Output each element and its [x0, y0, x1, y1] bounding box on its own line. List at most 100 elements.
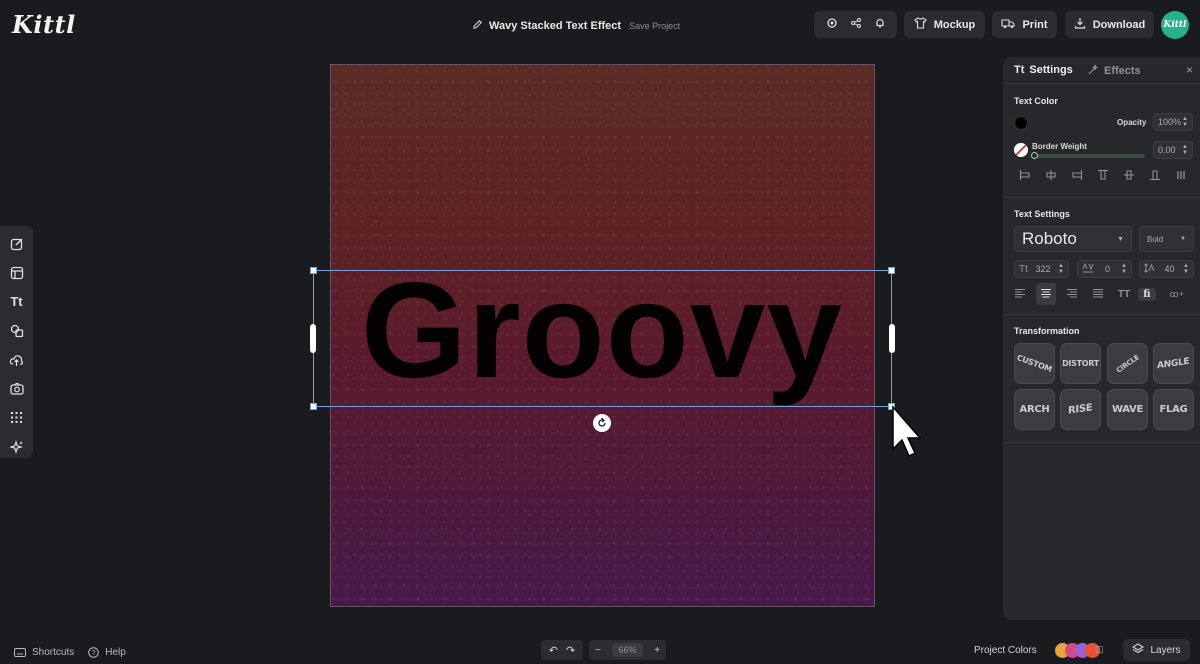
templates-icon[interactable]	[5, 261, 29, 284]
kittl-logo[interactable]: Kittl	[12, 10, 76, 39]
text-align-center-icon[interactable]	[1036, 283, 1056, 305]
mockup-label: Mockup	[933, 18, 976, 31]
transform-rise-button[interactable]: RISE	[1060, 389, 1101, 430]
project-color-swatches[interactable]: ◫	[1055, 641, 1105, 659]
pattern-icon[interactable]	[5, 406, 29, 429]
object-align-row	[1019, 169, 1187, 184]
photos-icon[interactable]	[5, 377, 29, 400]
layers-button[interactable]: Layers	[1123, 639, 1190, 661]
selection-box[interactable]	[313, 270, 892, 407]
transform-arch-label: ARCH	[1019, 404, 1050, 415]
distribute-icon[interactable]	[1175, 169, 1187, 184]
font-size-input[interactable]: Tt 322 ▲ ▼	[1014, 260, 1069, 278]
project-title[interactable]: Wavy Stacked Text Effect	[489, 20, 621, 32]
text-align-left-icon[interactable]	[1014, 285, 1026, 303]
shortcuts-link[interactable]: Shortcuts	[14, 647, 74, 658]
border-weight-input[interactable]: 0.00 ▲ ▼	[1153, 141, 1193, 159]
settings-gear-icon[interactable]	[826, 17, 838, 32]
border-color-none-swatch[interactable]	[1014, 143, 1028, 157]
zoom-in-icon[interactable]: +	[654, 645, 660, 656]
uppercase-icon[interactable]: TT	[1118, 289, 1130, 300]
print-button[interactable]: Print	[992, 11, 1057, 38]
resize-handle-right[interactable]	[889, 324, 895, 353]
user-avatar[interactable]: Kittl	[1161, 11, 1189, 39]
upload-icon[interactable]	[5, 348, 29, 371]
undo-redo-group: ↶ ↷	[541, 640, 583, 660]
line-height-icon	[1144, 263, 1156, 275]
help-link[interactable]: ? Help	[88, 647, 126, 658]
align-top-icon[interactable]	[1097, 169, 1109, 184]
save-project-link[interactable]: Save Project	[629, 21, 680, 31]
opacity-input[interactable]: 100% ▲ ▼	[1153, 113, 1193, 131]
tab-effects-label: Effects	[1104, 65, 1141, 77]
line-height-value: 40	[1164, 264, 1175, 274]
bottom-left-links: Shortcuts ? Help	[14, 647, 126, 658]
transform-angle-button[interactable]: ANGLE	[1153, 343, 1194, 384]
layers-icon	[1132, 642, 1145, 658]
ligatures-icon[interactable]: fi	[1138, 287, 1156, 301]
effects-sparkle-icon	[1088, 64, 1099, 78]
resize-handle-top-left[interactable]	[310, 267, 317, 274]
text-justify-icon[interactable]	[1092, 285, 1104, 303]
transform-custom-button[interactable]: CUSTOM	[1014, 343, 1055, 384]
align-bottom-icon[interactable]	[1149, 169, 1161, 184]
divider	[1003, 442, 1200, 443]
transform-distort-button[interactable]: DISTORT	[1060, 343, 1101, 384]
path-text-icon[interactable]: ꝏ+	[1170, 289, 1184, 300]
align-center-h-icon[interactable]	[1045, 169, 1057, 184]
font-weight-select[interactable]: Bold ▼	[1139, 226, 1194, 252]
text-color-swatch[interactable]	[1014, 116, 1028, 130]
notification-bell-icon[interactable]	[874, 17, 886, 32]
transform-rise-label: RISE	[1068, 402, 1093, 417]
project-colors-label: Project Colors	[974, 645, 1037, 656]
layers-label: Layers	[1150, 644, 1181, 656]
text-align-row: TT fi ꝏ+	[1014, 283, 1194, 305]
text-icon[interactable]: Tt	[5, 290, 29, 313]
redo-icon[interactable]: ↷	[566, 644, 575, 657]
close-icon[interactable]: ×	[1186, 63, 1193, 77]
properties-panel: Tt Settings Effects × Text Color Opacity…	[1003, 57, 1200, 620]
text-align-right-icon[interactable]	[1066, 285, 1078, 303]
ai-sparkle-icon[interactable]	[5, 435, 29, 458]
align-right-icon[interactable]	[1071, 169, 1083, 184]
border-weight-slider[interactable]	[1031, 152, 1145, 159]
transform-circle-button[interactable]: CIRCLE	[1107, 343, 1148, 384]
pencil-icon[interactable]	[472, 17, 483, 35]
font-size-value: 322	[1035, 264, 1051, 274]
font-family-select[interactable]: Roboto ▼	[1014, 226, 1132, 252]
tshirt-icon	[913, 17, 927, 32]
zoom-value[interactable]: 66%	[612, 643, 643, 657]
project-colors-more-icon[interactable]: ◫	[1095, 644, 1104, 655]
line-height-input[interactable]: 40 ▲ ▼	[1139, 260, 1194, 278]
rotate-handle[interactable]	[593, 414, 611, 432]
align-middle-v-icon[interactable]	[1123, 169, 1135, 184]
align-left-icon[interactable]	[1019, 169, 1031, 184]
letter-spacing-icon	[1082, 262, 1094, 275]
divider	[1003, 314, 1200, 315]
share-icon[interactable]	[850, 17, 862, 32]
font-size-icon: Tt	[1019, 263, 1028, 275]
letter-spacing-input[interactable]: 0 ▲ ▼	[1077, 260, 1132, 278]
zoom-out-icon[interactable]: −	[595, 645, 601, 656]
chevron-down-icon: ▼	[1117, 235, 1124, 243]
transform-wave-button[interactable]: WAVE	[1107, 389, 1148, 430]
shapes-icon[interactable]	[5, 319, 29, 342]
edit-icon[interactable]	[5, 232, 29, 255]
opacity-label: Opacity	[1117, 118, 1147, 127]
resize-handle-top-right[interactable]	[888, 267, 895, 274]
stepper-icon: ▲ ▼	[1182, 144, 1188, 156]
mockup-button[interactable]: Mockup	[904, 11, 985, 38]
letter-spacing-value: 0	[1105, 264, 1111, 274]
download-button[interactable]: Download	[1065, 11, 1154, 38]
resize-handle-left[interactable]	[310, 324, 316, 353]
font-family-value: Roboto	[1022, 229, 1077, 248]
slider-thumb[interactable]	[1031, 152, 1038, 159]
transform-arch-button[interactable]: ARCH	[1014, 389, 1055, 430]
resize-handle-bottom-left[interactable]	[310, 403, 317, 410]
transform-flag-button[interactable]: FLAG	[1153, 389, 1194, 430]
transform-angle-label: ANGLE	[1157, 356, 1190, 371]
undo-icon[interactable]: ↶	[549, 644, 558, 657]
tab-effects[interactable]: Effects	[1088, 64, 1141, 78]
tab-settings[interactable]: Tt Settings	[1014, 64, 1073, 76]
left-toolbar: Tt	[0, 226, 33, 458]
